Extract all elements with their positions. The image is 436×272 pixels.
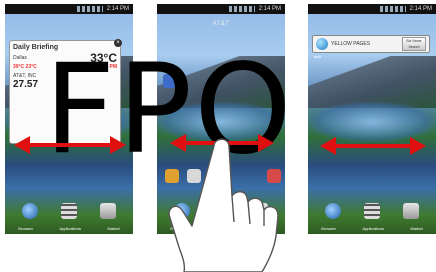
gesture-overlay [14,134,426,272]
hand-icon [168,138,279,272]
double-arrow-icon [14,136,126,154]
double-arrow-icon [320,137,426,155]
